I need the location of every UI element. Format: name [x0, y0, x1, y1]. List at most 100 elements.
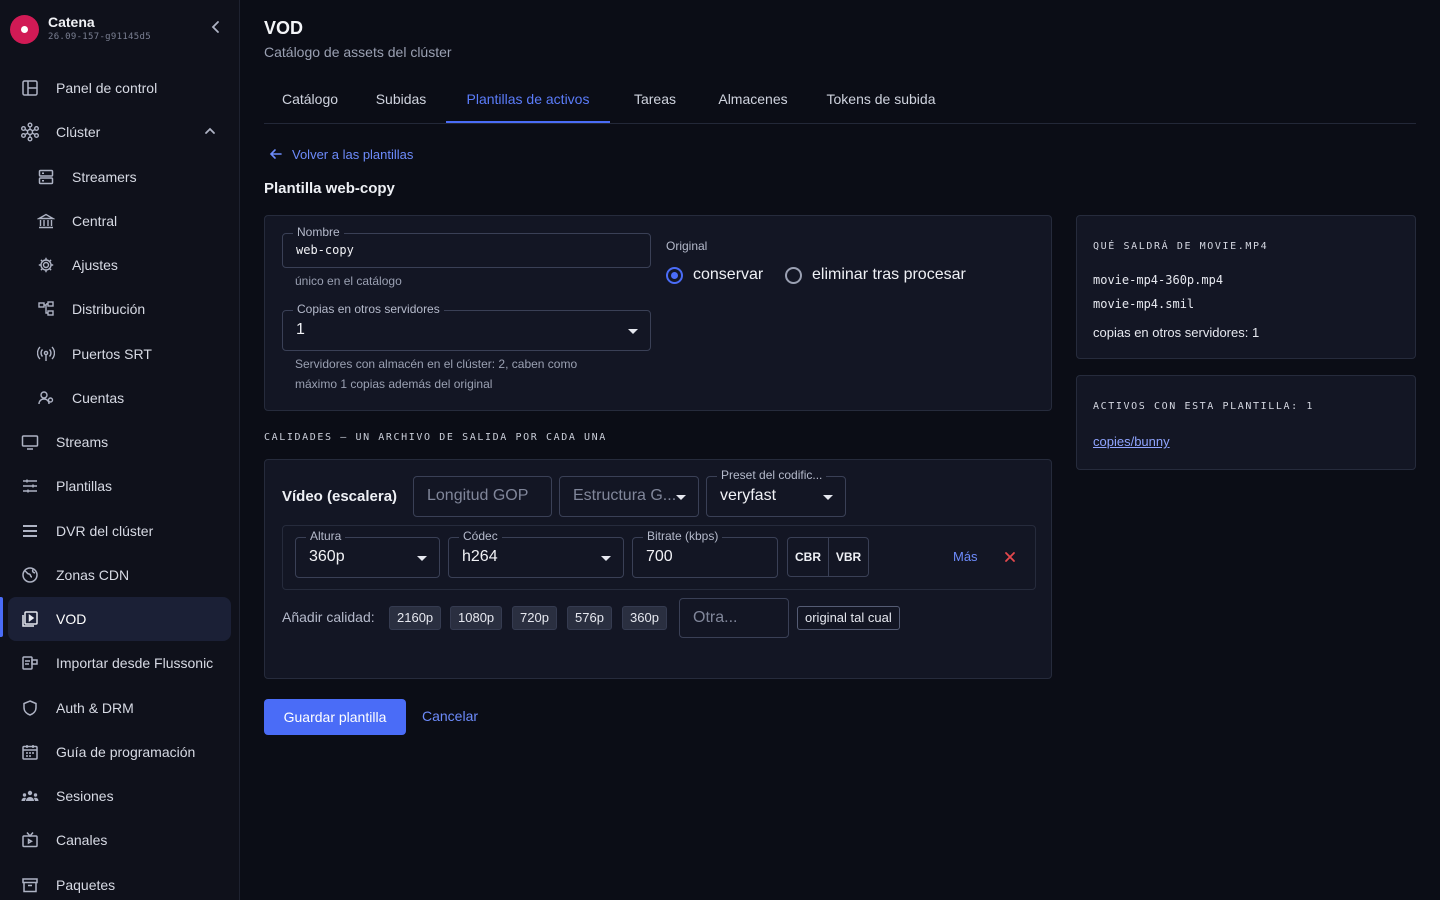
sidebar-item-packages[interactable]: Paquetes [8, 865, 231, 900]
cluster-icon [20, 122, 40, 142]
add-quality-2160p[interactable]: 2160p [389, 606, 442, 630]
sidebar-item-cluster-dvr[interactable]: DVR del clúster [8, 511, 231, 551]
quality-row: Altura 360p Códec h264 Bitrate (kbps) 70… [282, 525, 1036, 590]
sidebar-item-sessions[interactable]: Sesiones [8, 776, 231, 816]
template-form-card: Nombre web-copy único en el catálogo Cop… [264, 215, 1052, 411]
chevron-left-icon [211, 21, 219, 33]
distribution-icon [36, 299, 56, 319]
cbr-button[interactable]: CBR [788, 538, 828, 576]
asset-link[interactable]: copies/bunny [1093, 434, 1170, 449]
height-value: 360p [309, 548, 345, 565]
height-select[interactable]: Altura 360p [295, 529, 440, 578]
codec-label: Códec [459, 529, 502, 543]
sidebar-item-program-guide[interactable]: Guía de programación [8, 732, 231, 772]
name-field[interactable]: Nombre web-copy [282, 225, 651, 268]
sidebar-item-label: Streams [56, 434, 109, 450]
sidebar-item-vod[interactable]: VOD [0, 597, 231, 641]
codec-preset-label: Preset del codific... [717, 468, 827, 482]
cancel-button[interactable]: Cancelar [422, 708, 478, 724]
tab-storages[interactable]: Almacenes [700, 76, 806, 123]
sidebar-item-label: Puertos SRT [72, 346, 152, 362]
other-quality-input[interactable]: Otra... [679, 598, 789, 638]
archive-icon [20, 875, 40, 895]
codec-value: h264 [462, 548, 498, 565]
radio-delete-label[interactable]: eliminar tras procesar [812, 266, 966, 284]
tab-asset-templates[interactable]: Plantillas de activos [446, 76, 610, 123]
sidebar-item-streamers[interactable]: Streamers [8, 157, 231, 197]
sidebar-item-cluster[interactable]: Clúster [8, 112, 231, 152]
caret-down-icon [417, 556, 427, 561]
vbr-button[interactable]: VBR [828, 538, 868, 576]
sidebar-item-settings[interactable]: Ajustes [8, 245, 231, 285]
add-quality-label: Añadir calidad: [282, 609, 375, 625]
vod-icon [20, 609, 40, 629]
add-quality-576p[interactable]: 576p [567, 606, 612, 630]
arrow-left-icon [269, 149, 282, 159]
tab-catalog[interactable]: Catálogo [264, 76, 356, 123]
sidebar-item-srt-ports[interactable]: Puertos SRT [8, 334, 231, 374]
template-title: Plantilla web-copy [264, 180, 395, 197]
sidebar-item-channels[interactable]: Canales [8, 820, 231, 860]
rate-control-toggle: CBR VBR [787, 537, 869, 577]
sidebar-item-streams[interactable]: Streams [8, 422, 231, 462]
remove-quality-button[interactable] [1003, 550, 1017, 564]
tab-tasks[interactable]: Tareas [610, 76, 700, 123]
broadcast-icon [36, 344, 56, 364]
copies-select-label: Copias en otros servidores [293, 302, 444, 316]
caret-down-icon [601, 556, 611, 561]
tab-uploads[interactable]: Subidas [356, 76, 446, 123]
shield-icon [20, 698, 40, 718]
output-file: movie-mp4.smil [1093, 297, 1195, 311]
sidebar-item-import-flussonic[interactable]: Importar desde Flussonic [8, 643, 231, 683]
sidebar-item-label: Paquetes [56, 877, 116, 893]
sidebar-item-label: Sesiones [56, 788, 114, 804]
more-button[interactable]: Más [953, 549, 978, 564]
page-title: VOD [264, 18, 304, 38]
sidebar-item-accounts[interactable]: Cuentas [8, 378, 231, 418]
gop-structure-select[interactable]: Estructura G... [559, 476, 699, 517]
back-to-templates-link[interactable]: Volver a las plantillas [268, 146, 413, 162]
sidebar-item-label: Guía de programación [56, 744, 196, 760]
copies-helper: Servidores con almacén en el clúster: 2,… [295, 357, 578, 391]
radio-keep-label[interactable]: conservar [693, 266, 763, 284]
add-quality-360p[interactable]: 360p [622, 606, 667, 630]
bitrate-input[interactable]: Bitrate (kbps) 700 [632, 529, 778, 578]
brand-logo [10, 15, 39, 44]
bitrate-label: Bitrate (kbps) [643, 529, 723, 543]
import-icon [20, 653, 40, 673]
gop-length-placeholder: Longitud GOP [427, 487, 529, 504]
other-quality-placeholder: Otra... [693, 609, 738, 626]
sidebar-item-label: Zonas CDN [56, 567, 130, 583]
copies-select-value: 1 [296, 321, 305, 338]
brand-name: Catena [48, 14, 95, 30]
sidebar-item-label: DVR del clúster [56, 523, 154, 539]
collapse-sidebar-button[interactable] [206, 20, 226, 40]
monitor-icon [20, 432, 40, 452]
gear-icon [36, 255, 56, 275]
sidebar-item-label: Importar desde Flussonic [56, 655, 214, 671]
video-ladder-label: Vídeo (escalera) [282, 488, 398, 505]
sidebar-item-central[interactable]: Central [8, 201, 231, 241]
calendar-icon [20, 742, 40, 762]
codec-select[interactable]: Códec h264 [448, 529, 624, 578]
gop-length-input[interactable]: Longitud GOP [413, 476, 552, 517]
copies-select[interactable]: Copias en otros servidores 1 [282, 302, 651, 351]
sidebar-item-label: Distribución [72, 301, 146, 317]
original-label: Original [666, 239, 708, 253]
codec-preset-select[interactable]: Preset del codific... veryfast [706, 468, 846, 517]
add-original-quality[interactable]: original tal cual [797, 606, 900, 630]
radio-delete[interactable] [785, 267, 802, 284]
sidebar-item-auth-drm[interactable]: Auth & DRM [8, 688, 231, 728]
add-quality-720p[interactable]: 720p [512, 606, 557, 630]
save-template-button[interactable]: Guardar plantilla [264, 699, 406, 735]
sidebar-item-label: Cuentas [72, 390, 125, 406]
sidebar-item-templates[interactable]: Plantillas [8, 466, 231, 506]
sidebar-item-distribution[interactable]: Distribución [8, 289, 231, 329]
radio-keep[interactable] [666, 267, 683, 284]
add-quality-1080p[interactable]: 1080p [450, 606, 503, 630]
tab-upload-tokens[interactable]: Tokens de subida [806, 76, 956, 123]
caret-down-icon [676, 495, 686, 500]
sidebar-item-cdn-zones[interactable]: Zonas CDN [8, 555, 231, 595]
sidebar-item-panel[interactable]: Panel de control [8, 68, 231, 108]
sidebar-item-label: Central [72, 213, 118, 229]
